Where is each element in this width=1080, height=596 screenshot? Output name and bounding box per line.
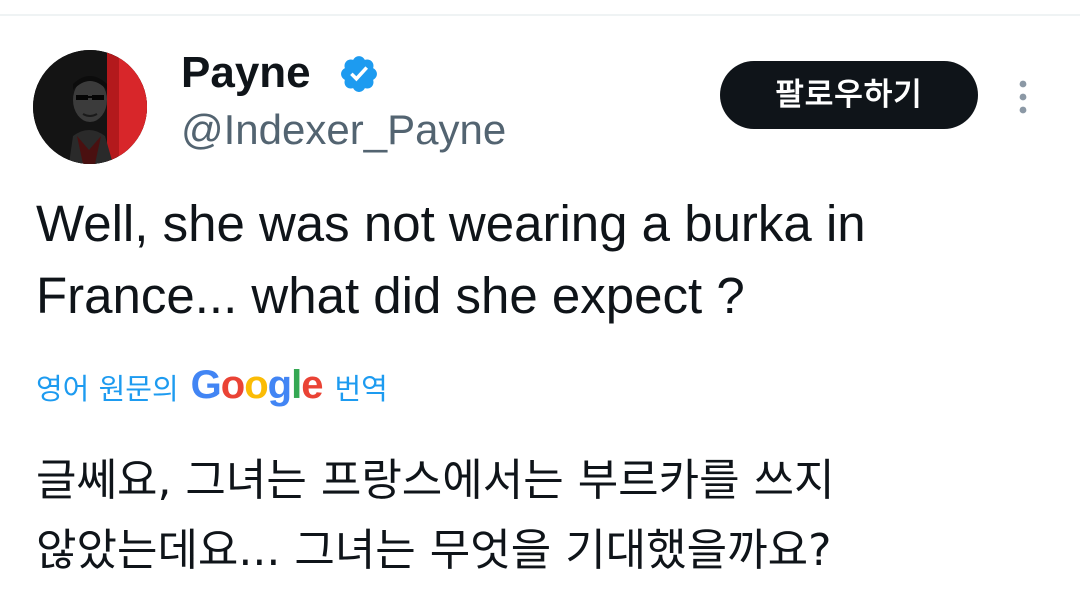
google-letter: e <box>301 362 323 407</box>
translation-attribution[interactable]: 영어 원문의 Google 번역 <box>36 362 388 412</box>
google-letter: g <box>267 362 292 407</box>
google-letter: l <box>291 362 302 407</box>
more-vertical-icon[interactable] <box>1012 78 1034 116</box>
translation-prefix: 영어 원문의 <box>36 372 179 406</box>
follow-button[interactable]: 팔로우하기 <box>720 61 978 129</box>
google-letter: o <box>220 362 245 407</box>
google-letter: o <box>244 362 268 407</box>
display-name[interactable]: Payne <box>181 46 311 100</box>
top-divider <box>0 14 1080 16</box>
tweet-text: Well, she was not wearing a burka in Fra… <box>36 195 866 324</box>
google-letter: G <box>190 362 222 407</box>
google-logo: Google <box>190 362 324 408</box>
translation-suffix: 번역 <box>334 372 388 406</box>
avatar[interactable] <box>33 50 147 164</box>
translated-text: 글쎄요, 그녀는 프랑스에서는 부르카를 쓰지 않았는데요... 그녀는 무엇을… <box>36 455 835 576</box>
author-handle[interactable]: @Indexer_Payne <box>181 104 506 156</box>
verified-badge-icon <box>341 56 377 92</box>
avatar-image <box>33 50 147 164</box>
